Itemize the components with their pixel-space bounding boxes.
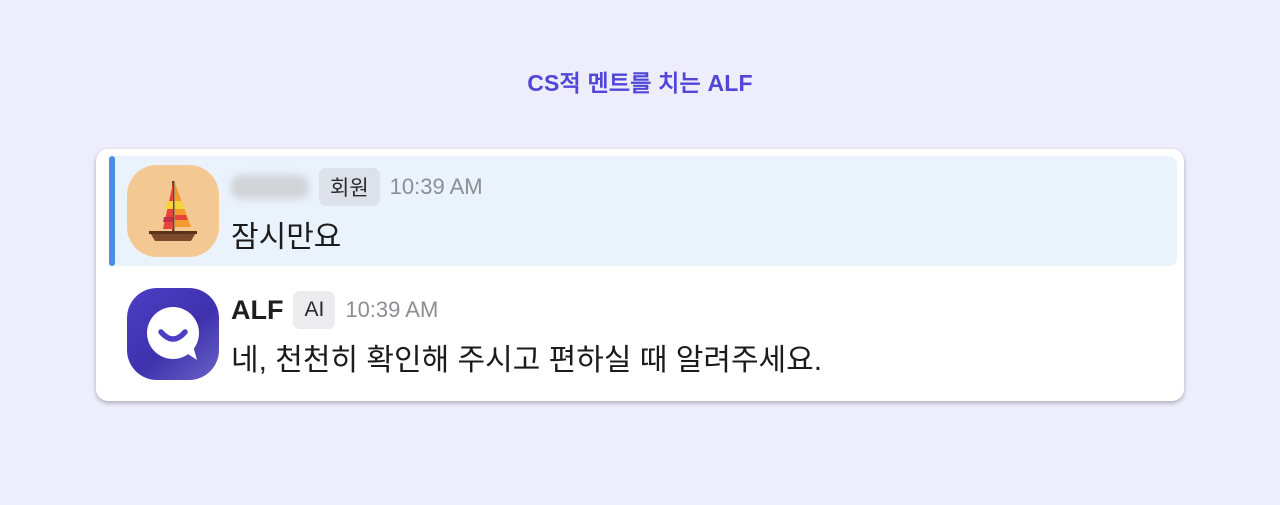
highlight-accent-bar — [109, 156, 115, 266]
avatar[interactable] — [127, 165, 219, 257]
author-name-blurred — [231, 175, 309, 199]
avatar[interactable] — [127, 288, 219, 380]
message-text: 잠시만요 — [231, 221, 342, 254]
message-meta: ALF AI 10:39 AM — [231, 289, 438, 331]
message-text: 네, 천천히 확인해 주시고 편하실 때 알려주세요. — [231, 344, 823, 377]
ai-badge: AI — [293, 291, 336, 329]
message-meta: 회원 10:39 AM — [231, 166, 483, 208]
alf-chat-bubble-icon — [147, 307, 199, 360]
page-title: CS적 멘트를 치는 ALF — [527, 70, 753, 96]
chat-card: 회원 10:39 AM 잠시만요 ALF AI 10:39 AM 네, 천천히 … — [96, 149, 1184, 401]
message-alf[interactable]: ALF AI 10:39 AM 네, 천천히 확인해 주시고 편하실 때 알려주… — [109, 279, 1177, 389]
member-badge: 회원 — [319, 168, 380, 206]
timestamp: 10:39 AM — [345, 297, 439, 322]
timestamp: 10:39 AM — [389, 174, 483, 199]
author-name[interactable]: ALF — [231, 295, 283, 326]
sailboat-icon — [149, 181, 197, 241]
message-user[interactable]: 회원 10:39 AM 잠시만요 — [109, 156, 1177, 266]
